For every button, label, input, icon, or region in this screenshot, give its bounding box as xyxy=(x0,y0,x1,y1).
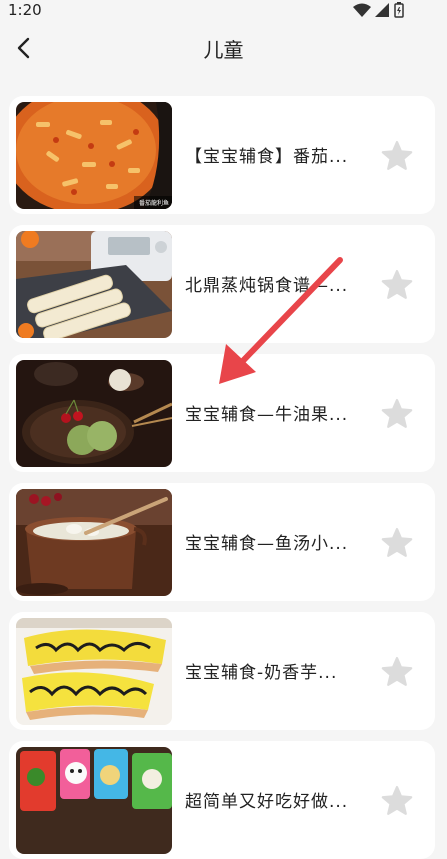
battery-icon xyxy=(394,2,404,18)
thumbnail-caption: 番茄龍利鱼 xyxy=(138,200,169,207)
recipe-title: 宝宝辅食-奶香芋... xyxy=(185,663,338,683)
signal-icon xyxy=(375,3,389,17)
back-button[interactable] xyxy=(10,34,38,62)
recipe-title: 超简单又好吃好做... xyxy=(185,792,349,812)
page-title: 儿童 xyxy=(203,38,244,62)
recipe-thumbnail xyxy=(16,231,172,338)
wifi-icon xyxy=(353,3,371,17)
status-time: 1:20 xyxy=(8,1,42,19)
star-icon xyxy=(381,785,413,815)
recipe-card[interactable]: 超简单又好吃好做... xyxy=(9,741,435,859)
recipe-card[interactable]: 北鼎蒸炖锅食谱—... xyxy=(9,225,435,343)
status-icons xyxy=(353,2,417,18)
recipe-card[interactable]: 番茄龍利鱼 【宝宝辅食】番茄... xyxy=(9,96,435,214)
chevron-left-icon xyxy=(17,37,30,59)
recipe-title: 【宝宝辅食】番茄... xyxy=(185,147,349,167)
recipe-thumbnail xyxy=(16,618,172,725)
recipe-title: 宝宝辅食—鱼汤小... xyxy=(185,534,349,554)
recipe-card[interactable]: 宝宝辅食—鱼汤小... xyxy=(9,483,435,601)
recipe-card[interactable]: 宝宝辅食-奶香芋... xyxy=(9,612,435,730)
star-icon xyxy=(381,269,413,299)
recipe-title: 北鼎蒸炖锅食谱—... xyxy=(185,276,349,296)
recipe-thumbnail: 番茄龍利鱼 xyxy=(16,102,172,209)
star-icon xyxy=(381,140,413,170)
favorite-button[interactable] xyxy=(379,267,415,303)
recipe-card[interactable]: 宝宝辅食—牛油果... xyxy=(9,354,435,472)
favorite-button[interactable] xyxy=(379,396,415,432)
star-icon xyxy=(381,527,413,557)
favorite-button[interactable] xyxy=(379,654,415,690)
recipe-thumbnail xyxy=(16,360,172,467)
header: 儿童 xyxy=(0,22,447,74)
star-icon xyxy=(381,656,413,686)
recipe-thumbnail xyxy=(16,747,172,854)
recipe-thumbnail xyxy=(16,489,172,596)
favorite-button[interactable] xyxy=(379,783,415,819)
favorite-button[interactable] xyxy=(379,525,415,561)
status-bar: 1:20 xyxy=(0,0,447,22)
recipe-title: 宝宝辅食—牛油果... xyxy=(185,405,349,425)
favorite-button[interactable] xyxy=(379,138,415,174)
star-icon xyxy=(381,398,413,428)
